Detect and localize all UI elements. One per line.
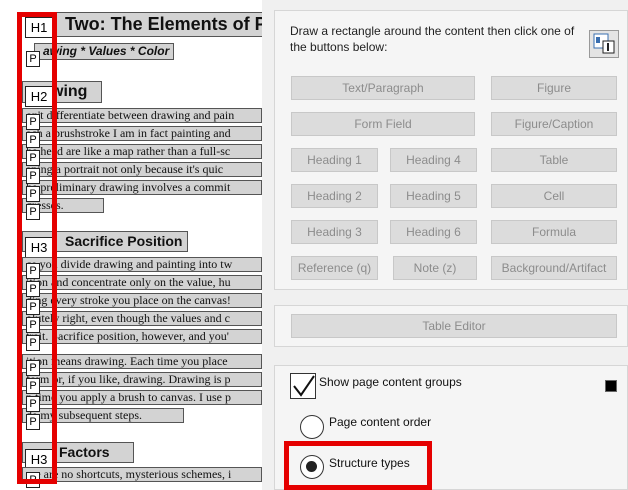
heading-1-button[interactable]: Heading 1 (291, 148, 378, 172)
text-line[interactable]: n time you apply a brush to canvas. I us… (22, 390, 262, 405)
text-line[interactable]: ition means drawing. Each time you place (22, 354, 262, 369)
background-artifact-button[interactable]: Background/Artifact (491, 256, 617, 280)
text-line[interactable]: ere are no shortcuts, mysterious schemes… (22, 467, 262, 482)
structure-types-highlight (284, 441, 432, 490)
page-content-order-radio[interactable] (300, 415, 324, 439)
show-page-content-groups-checkbox[interactable] (290, 373, 316, 399)
document-preview[interactable]: Two: The Elements of P H1 awing * Values… (0, 0, 262, 490)
table-button[interactable]: Table (491, 148, 617, 172)
text-line[interactable]: ach a brushstroke I am in fact painting … (22, 126, 262, 141)
text-line[interactable]: olutely right, even though the values an… (22, 311, 262, 326)
text-line[interactable]: trait. Sacrifice position, however, and … (22, 329, 262, 344)
text-line[interactable]: ition and concentrate only on the value,… (22, 275, 262, 290)
structure-tag-icon[interactable] (589, 30, 619, 58)
cell-button[interactable]: Cell (491, 184, 617, 208)
note-button[interactable]: Note (z) (393, 256, 477, 280)
chapter-title[interactable]: Two: The Elements of P (34, 12, 262, 37)
show-page-content-groups-label: Show page content groups (319, 375, 462, 389)
text-line[interactable]: ding every stroke you place on the canva… (22, 293, 262, 308)
text-line[interactable]: aping a portrait not only because it's q… (22, 162, 262, 177)
heading-3-button[interactable]: Heading 3 (291, 220, 378, 244)
color-swatch[interactable] (605, 380, 617, 392)
heading-4-button[interactable]: Heading 4 (390, 148, 477, 172)
figure-caption-button[interactable]: Figure/Caption (491, 112, 617, 136)
heading-5-button[interactable]: Heading 5 (390, 184, 477, 208)
checkmark-icon (293, 375, 315, 397)
text-line[interactable]: he head are like a map rather than a ful… (22, 144, 262, 159)
table-editor-button[interactable]: Table Editor (291, 314, 617, 338)
reference-button[interactable]: Reference (q) (291, 256, 378, 280)
text-line[interactable]: form or, if you like, drawing. Drawing i… (22, 372, 262, 387)
page-content-order-label: Page content order (329, 415, 432, 429)
formula-button[interactable]: Formula (491, 220, 617, 244)
figure-button[interactable]: Figure (491, 76, 617, 100)
text-line[interactable]: he preliminary drawing involves a commit (22, 180, 262, 195)
heading-6-button[interactable]: Heading 6 (390, 220, 477, 244)
tag-column-highlight (17, 12, 57, 484)
text-paragraph-button[interactable]: Text/Paragraph (291, 76, 475, 100)
text-line[interactable]: on't differentiate between drawing and p… (22, 108, 262, 123)
form-field-button[interactable]: Form Field (291, 112, 475, 136)
text-line[interactable]: ce you divide drawing and painting into … (22, 257, 262, 272)
instruction-text: Draw a rectangle around the content then… (290, 24, 575, 54)
reading-order-panel: Draw a rectangle around the content then… (262, 0, 628, 490)
heading-2-button[interactable]: Heading 2 (291, 184, 378, 208)
